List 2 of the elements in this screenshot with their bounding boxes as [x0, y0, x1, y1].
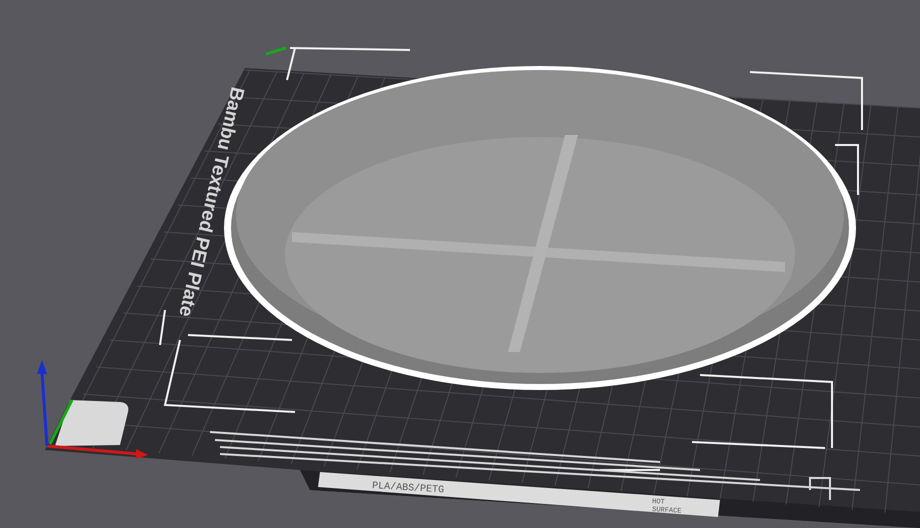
filament-text: PLA/ABS/PETG: [372, 481, 444, 496]
plate-name-text: Bambu Textured PEI Plate: [174, 84, 248, 319]
